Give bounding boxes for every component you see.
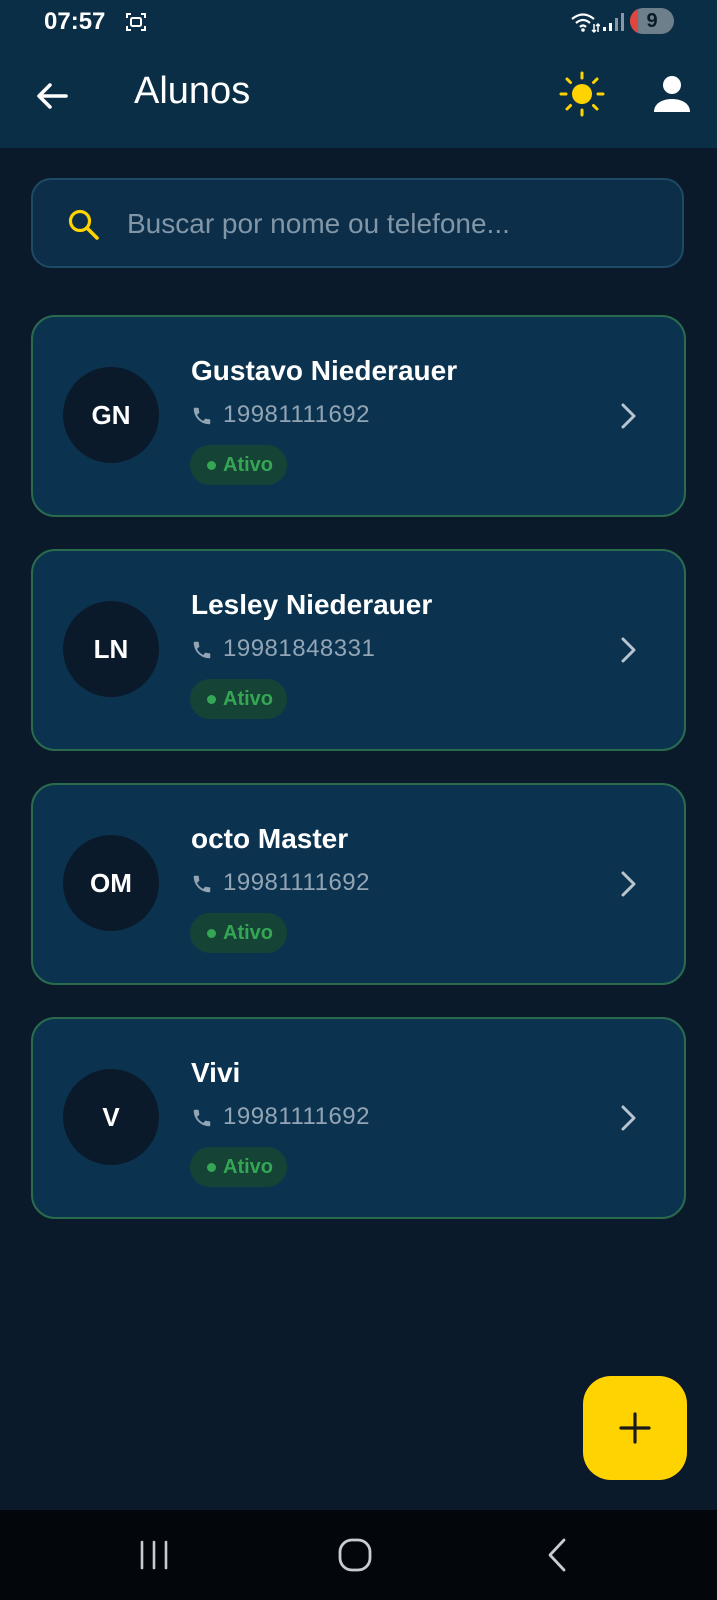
- system-nav-bar: [0, 1510, 717, 1600]
- add-student-button[interactable]: [583, 1376, 687, 1480]
- status-bar: 07:57 9: [0, 0, 717, 44]
- search-box[interactable]: [31, 178, 684, 268]
- search-input[interactable]: [125, 180, 669, 268]
- chevron-right-icon: [621, 871, 636, 897]
- status-label: Ativo: [223, 454, 273, 476]
- phone-icon: [193, 407, 211, 425]
- screenshot-icon: [126, 13, 146, 31]
- back-icon[interactable]: [544, 1536, 570, 1574]
- student-name: Lesley Niederauer: [191, 589, 433, 620]
- recents-icon[interactable]: [136, 1538, 172, 1572]
- avatar: OM: [63, 835, 159, 931]
- chevron-right-icon: [621, 637, 636, 663]
- student-phone: 19981111692: [223, 401, 370, 428]
- student-phone: 19981111692: [223, 1103, 370, 1130]
- status-dot: [207, 461, 216, 470]
- student-name: Vivi: [191, 1057, 241, 1088]
- home-icon[interactable]: [336, 1536, 374, 1574]
- page-title: Alunos: [134, 70, 251, 112]
- status-badge: Ativo: [190, 1147, 287, 1187]
- status-badge: Ativo: [190, 445, 287, 485]
- status-label: Ativo: [223, 688, 273, 710]
- student-card[interactable]: LN Lesley Niederauer 19981848331 Ativo: [31, 549, 686, 751]
- search-icon: [68, 209, 99, 240]
- status-time: 07:57: [44, 8, 106, 35]
- status-dot: [207, 1163, 216, 1172]
- app-bar: Alunos: [0, 44, 717, 148]
- phone-icon: [193, 875, 211, 893]
- status-badge: Ativo: [190, 913, 287, 953]
- chevron-right-icon: [621, 403, 636, 429]
- signal-icon: [603, 13, 624, 31]
- person-icon[interactable]: [650, 72, 694, 116]
- student-name: Gustavo Niederauer: [191, 355, 458, 386]
- avatar: GN: [63, 367, 159, 463]
- status-dot: [207, 929, 216, 938]
- sun-icon[interactable]: [558, 70, 606, 118]
- wifi-icon: [571, 13, 600, 34]
- student-card[interactable]: GN Gustavo Niederauer 19981111692 Ativo: [31, 315, 686, 517]
- back-arrow-icon[interactable]: [30, 74, 74, 118]
- status-dot: [207, 695, 216, 704]
- chevron-right-icon: [621, 1105, 636, 1131]
- student-phone: 19981848331: [223, 635, 376, 662]
- battery-level: 9: [646, 10, 658, 32]
- phone-icon: [193, 1109, 211, 1127]
- status-label: Ativo: [223, 922, 273, 944]
- status-label: Ativo: [223, 1156, 273, 1178]
- student-card[interactable]: V Vivi 19981111692 Ativo: [31, 1017, 686, 1219]
- avatar: LN: [63, 601, 159, 697]
- student-phone: 19981111692: [223, 869, 370, 896]
- phone-icon: [193, 641, 211, 659]
- status-badge: Ativo: [190, 679, 287, 719]
- plus-icon: [619, 1412, 651, 1444]
- battery-icon: 9: [630, 8, 674, 34]
- avatar: V: [63, 1069, 159, 1165]
- student-card[interactable]: OM octo Master 19981111692 Ativo: [31, 783, 686, 985]
- student-name: octo Master: [191, 823, 349, 854]
